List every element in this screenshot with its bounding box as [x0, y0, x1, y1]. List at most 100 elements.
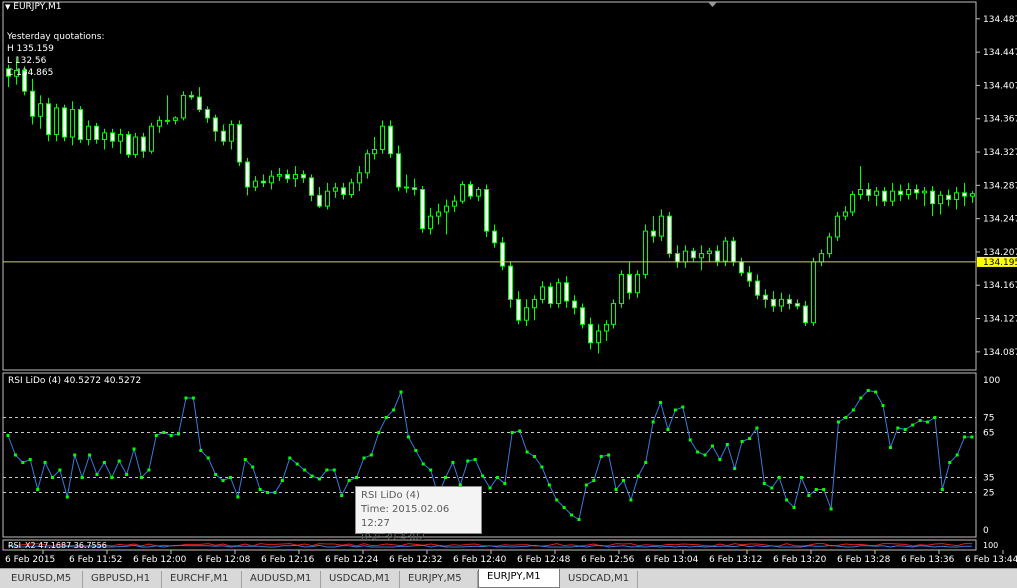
- rsi-point: [392, 408, 396, 412]
- rsi-point: [147, 468, 151, 472]
- candle: [548, 282, 553, 308]
- candle-body: [962, 192, 967, 197]
- rsi-point: [184, 396, 188, 400]
- candle-body: [898, 190, 903, 195]
- rsi-point: [347, 479, 351, 482]
- candle-body: [850, 193, 855, 213]
- sub-panel-frame: [2, 539, 977, 551]
- symbol-title[interactable]: ▼ EURJPY,M1: [5, 2, 62, 12]
- candle-body: [930, 190, 935, 205]
- candle-body: [819, 253, 824, 263]
- candle-body: [803, 305, 808, 324]
- candle-body: [277, 174, 282, 177]
- price-panel-frame: [2, 1, 977, 371]
- candle-body: [102, 132, 107, 141]
- candle-body: [516, 298, 521, 321]
- chart-tab[interactable]: AUDUSD,M1: [242, 571, 321, 588]
- dropdown-triangle-icon[interactable]: ▼: [5, 3, 10, 11]
- candle: [133, 132, 138, 158]
- rsi-level-label: 100: [983, 376, 1000, 386]
- quote-high: H 135.159: [7, 44, 54, 54]
- candle-body: [197, 96, 202, 111]
- rsi-point: [154, 434, 158, 437]
- candle: [420, 186, 425, 233]
- candle-body: [651, 230, 656, 237]
- candle-body: [635, 273, 640, 294]
- candle-body: [126, 134, 131, 156]
- rsi-point: [970, 435, 974, 439]
- tooltip-title: RSI LiDo (4): [361, 490, 420, 501]
- chart-tab[interactable]: EURCHF,M1: [162, 571, 242, 588]
- price-tick-label: 134.367: [983, 115, 1017, 125]
- candle-body: [221, 130, 226, 142]
- candle-body: [866, 188, 871, 196]
- candle-body: [141, 136, 146, 152]
- candle-body: [165, 119, 170, 122]
- rsi-point: [718, 458, 722, 461]
- candle-body: [325, 190, 330, 207]
- rsi-point: [466, 459, 470, 463]
- rsi-point: [117, 459, 121, 463]
- rsi-point: [206, 456, 210, 460]
- candle: [78, 106, 83, 143]
- chart-canvas[interactable]: 134.487 134.447 134.407 134.367 134.327 134.2…: [0, 0, 1017, 568]
- rsi-point: [592, 479, 596, 482]
- rsi-point: [777, 476, 781, 479]
- rsi-panel-label: RSI LiDo (4) 40.5272 40.5272: [8, 376, 142, 386]
- candle-body: [110, 132, 115, 142]
- price-tick-label: 134.407: [983, 81, 1017, 91]
- candle-body: [70, 109, 75, 138]
- candle: [811, 257, 816, 327]
- rsi-point: [340, 494, 344, 497]
- candle-body: [349, 182, 354, 195]
- rsi-point: [577, 518, 581, 521]
- candle-body: [572, 300, 577, 309]
- time-tick-label: 6 Feb 2015: [5, 555, 55, 565]
- candle-body: [118, 134, 123, 142]
- chart-tab[interactable]: USDCAD,M1: [560, 571, 638, 588]
- rsi-point: [785, 498, 789, 502]
- chart-tab[interactable]: EURJPY,M5: [400, 571, 478, 588]
- rsi-point: [933, 416, 937, 419]
- chart-tab[interactable]: USDCAD,M1: [321, 571, 400, 588]
- rsi-point: [540, 465, 544, 469]
- rsi-point: [673, 408, 677, 412]
- candle-body: [795, 303, 800, 307]
- chart-tab[interactable]: GBPUSD,H1: [83, 571, 162, 588]
- chart-tab-label: AUDUSD,M1: [250, 573, 312, 584]
- candle-body: [133, 136, 138, 156]
- rsi-point: [881, 404, 885, 407]
- candle-body: [444, 205, 449, 213]
- candle-body: [149, 125, 154, 152]
- candle-body: [404, 186, 409, 189]
- candle: [611, 299, 616, 329]
- candle: [827, 232, 832, 258]
- rsi-point: [169, 434, 173, 437]
- candle-body: [269, 175, 274, 184]
- chart-tab[interactable]: EURJPY,M1: [478, 569, 560, 588]
- rsi-point: [6, 434, 10, 437]
- time-tick-label: 6 Feb 12:40: [453, 555, 507, 565]
- rsi-point: [903, 428, 907, 431]
- rsi-point: [911, 423, 915, 427]
- rsi-point: [918, 419, 922, 422]
- time-axis: 6 Feb 2015 6 Feb 11:52 6 Feb 12:00 6 Feb 12…: [5, 550, 1017, 565]
- candle-body: [739, 261, 744, 274]
- rsi-point: [13, 453, 17, 457]
- rsi-point: [125, 473, 129, 476]
- candle-body: [396, 153, 401, 188]
- candle-body: [213, 117, 218, 132]
- chart-tab-label: USDCAD,M1: [329, 573, 391, 584]
- candle-body: [173, 117, 178, 121]
- rsi-point: [837, 420, 841, 424]
- candle-body: [86, 125, 91, 141]
- chart-tab[interactable]: EURUSD,M5: [3, 571, 83, 588]
- current-price-label: 134.195: [983, 258, 1017, 268]
- candle-body: [707, 250, 712, 255]
- candle-body: [309, 177, 314, 196]
- candle-body: [500, 242, 505, 267]
- rsi-point: [829, 507, 833, 511]
- rsi-point: [325, 468, 329, 472]
- rsi-point: [451, 461, 455, 464]
- chart-tab-label: EURUSD,M5: [11, 573, 72, 584]
